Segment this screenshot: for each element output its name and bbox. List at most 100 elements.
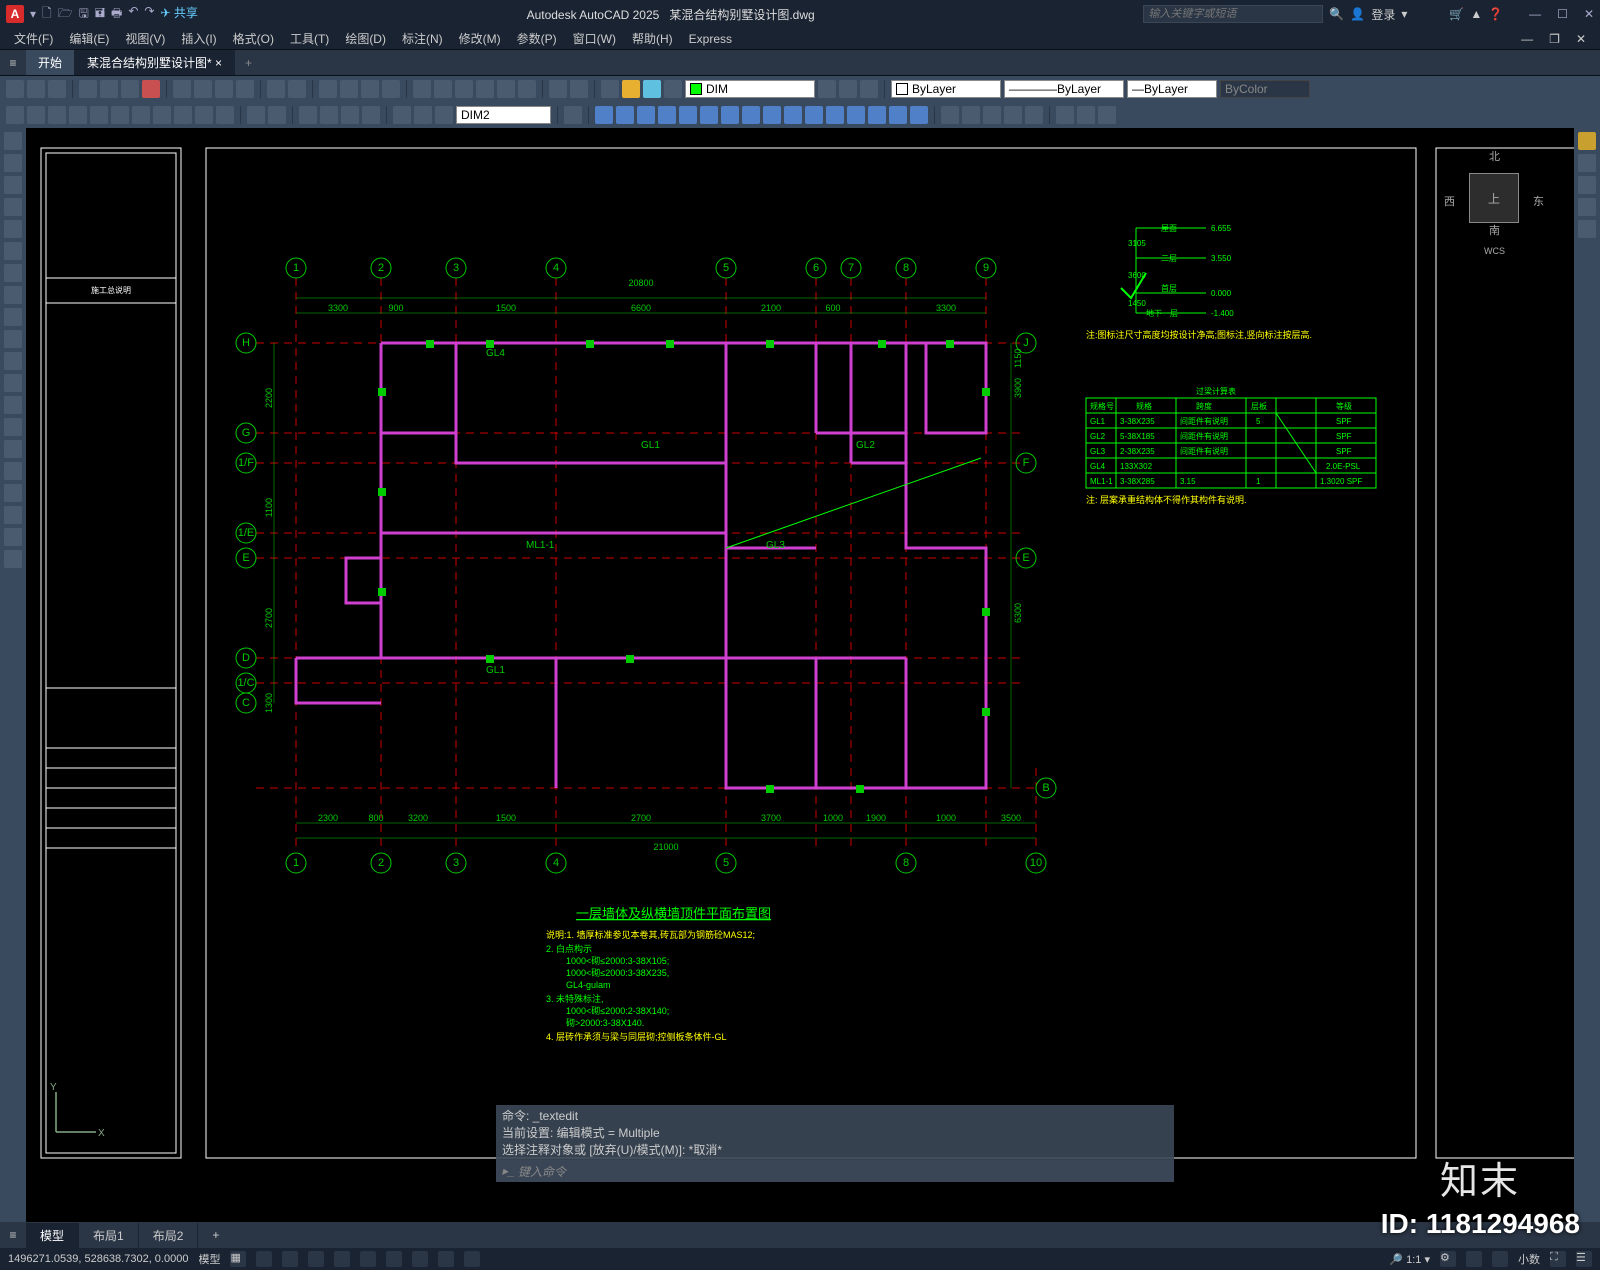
max-icon[interactable]: ⛶ bbox=[1550, 1251, 1566, 1267]
menu-view[interactable]: 视图(V) bbox=[119, 28, 171, 49]
pline-icon[interactable] bbox=[4, 154, 22, 172]
break-icon[interactable] bbox=[826, 106, 844, 124]
transp-icon[interactable] bbox=[438, 1251, 454, 1267]
lw-icon[interactable] bbox=[412, 1251, 428, 1267]
command-input[interactable]: ▸_ 键入命令 bbox=[496, 1160, 1174, 1182]
ungroup-icon[interactable] bbox=[1025, 106, 1043, 124]
dimspc-icon[interactable] bbox=[247, 106, 265, 124]
jogl-icon[interactable] bbox=[362, 106, 380, 124]
copy-icon[interactable] bbox=[194, 80, 212, 98]
navwheel-icon[interactable] bbox=[1578, 132, 1596, 150]
text-icon[interactable] bbox=[1077, 106, 1095, 124]
menu-express[interactable]: Express bbox=[683, 30, 738, 48]
units[interactable]: 小数 bbox=[1518, 1251, 1540, 1267]
app-icon[interactable]: A bbox=[6, 5, 24, 23]
block-icon[interactable] bbox=[549, 80, 567, 98]
point2-icon[interactable] bbox=[4, 418, 22, 436]
login-label[interactable]: 登录 bbox=[1371, 6, 1395, 23]
matchprop-icon[interactable] bbox=[236, 80, 254, 98]
drawing-canvas[interactable]: 北 西 东 南 上 WCS 施工总说明 bbox=[26, 128, 1574, 1222]
doc-close-icon[interactable]: ✕ bbox=[1570, 30, 1592, 48]
mtext-icon[interactable] bbox=[4, 528, 22, 546]
login-dropdown-icon[interactable]: ▾ bbox=[1401, 7, 1407, 21]
group-icon[interactable] bbox=[1004, 106, 1022, 124]
ws-icon[interactable] bbox=[1492, 1251, 1508, 1267]
undo2-icon[interactable] bbox=[267, 80, 285, 98]
markup-icon[interactable] bbox=[497, 80, 515, 98]
polar-icon[interactable] bbox=[308, 1251, 324, 1267]
help-icon[interactable]: ❓ bbox=[1488, 7, 1503, 21]
cut-icon[interactable] bbox=[173, 80, 191, 98]
dist-icon[interactable] bbox=[564, 106, 582, 124]
menu-help[interactable]: 帮助(H) bbox=[626, 28, 679, 49]
rotate-icon[interactable] bbox=[721, 106, 739, 124]
copy2-icon[interactable] bbox=[616, 106, 634, 124]
sun-icon[interactable] bbox=[622, 80, 640, 98]
dimdia-icon[interactable] bbox=[132, 106, 150, 124]
doc-minimize-icon[interactable]: — bbox=[1515, 30, 1539, 48]
arc-icon[interactable] bbox=[4, 242, 22, 260]
fillet-icon[interactable] bbox=[889, 106, 907, 124]
dimted-icon[interactable] bbox=[414, 106, 432, 124]
trim-icon[interactable] bbox=[784, 106, 802, 124]
menu-param[interactable]: 参数(P) bbox=[511, 28, 563, 49]
redo-icon[interactable]: ↷ bbox=[144, 4, 154, 25]
menu-window[interactable]: 窗口(W) bbox=[567, 28, 622, 49]
plot-icon[interactable]: 🖶 bbox=[111, 4, 122, 25]
join-icon[interactable] bbox=[847, 106, 865, 124]
cust-icon[interactable]: ☰ bbox=[1576, 1251, 1592, 1267]
tp-icon[interactable] bbox=[455, 80, 473, 98]
table-icon[interactable] bbox=[4, 506, 22, 524]
save-icon[interactable] bbox=[48, 80, 66, 98]
new-icon[interactable]: 🗋 bbox=[42, 4, 52, 25]
lineweight-dropdown[interactable]: — ByLayer bbox=[1127, 80, 1217, 98]
qdim-icon[interactable] bbox=[174, 106, 192, 124]
pan-icon[interactable] bbox=[319, 80, 337, 98]
iso-icon[interactable] bbox=[334, 1251, 350, 1267]
lstate-icon[interactable] bbox=[860, 80, 878, 98]
ellarc-icon[interactable] bbox=[4, 352, 22, 370]
osnap2-icon[interactable] bbox=[360, 1251, 376, 1267]
otrack-icon[interactable] bbox=[386, 1251, 402, 1267]
user-icon[interactable]: 👤 bbox=[1350, 7, 1365, 21]
zoom-win-icon[interactable] bbox=[382, 80, 400, 98]
dimbase-icon[interactable] bbox=[195, 106, 213, 124]
lmatch-icon[interactable] bbox=[839, 80, 857, 98]
search-input[interactable] bbox=[1143, 5, 1323, 23]
zoom-icon[interactable] bbox=[340, 80, 358, 98]
qc-icon[interactable] bbox=[518, 80, 536, 98]
insp-icon[interactable] bbox=[341, 106, 359, 124]
dord-icon[interactable] bbox=[941, 106, 959, 124]
freeze-icon[interactable] bbox=[643, 80, 661, 98]
extend-icon[interactable] bbox=[805, 106, 823, 124]
chamfer-icon[interactable] bbox=[868, 106, 886, 124]
snap2-icon[interactable] bbox=[256, 1251, 272, 1267]
zoomext-icon[interactable] bbox=[1578, 176, 1596, 194]
osnap-icon[interactable] bbox=[983, 106, 1001, 124]
redo2-icon[interactable] bbox=[288, 80, 306, 98]
stretch-icon[interactable] bbox=[763, 106, 781, 124]
layer-dropdown[interactable]: DIM bbox=[685, 80, 815, 98]
mirror-icon[interactable] bbox=[637, 106, 655, 124]
tol-icon[interactable] bbox=[299, 106, 317, 124]
cart-icon[interactable]: 🛒 bbox=[1449, 7, 1464, 21]
save-icon[interactable]: 🖫 bbox=[79, 4, 89, 25]
saveas-icon[interactable]: 🖬 bbox=[95, 4, 105, 25]
addsel-icon[interactable] bbox=[4, 550, 22, 568]
spline-icon[interactable] bbox=[4, 308, 22, 326]
dimupd-icon[interactable] bbox=[435, 106, 453, 124]
menu-format[interactable]: 格式(O) bbox=[227, 28, 280, 49]
circle-icon[interactable] bbox=[4, 264, 22, 282]
menu-dimension[interactable]: 标注(N) bbox=[396, 28, 449, 49]
search-icon[interactable]: 🔍 bbox=[1329, 7, 1344, 21]
linetype-dropdown[interactable]: ———— ByLayer bbox=[1004, 80, 1124, 98]
undo-icon[interactable]: ↶ bbox=[128, 4, 138, 25]
lprev-icon[interactable] bbox=[818, 80, 836, 98]
xline-icon[interactable] bbox=[4, 176, 22, 194]
add-layout-icon[interactable]: + bbox=[198, 1224, 233, 1246]
line-icon[interactable] bbox=[4, 132, 22, 150]
share-icon[interactable]: ✈ 共享 bbox=[160, 4, 197, 25]
open-icon[interactable] bbox=[27, 80, 45, 98]
showmotion-icon[interactable] bbox=[1578, 220, 1596, 238]
annoscale-icon[interactable] bbox=[1466, 1251, 1482, 1267]
